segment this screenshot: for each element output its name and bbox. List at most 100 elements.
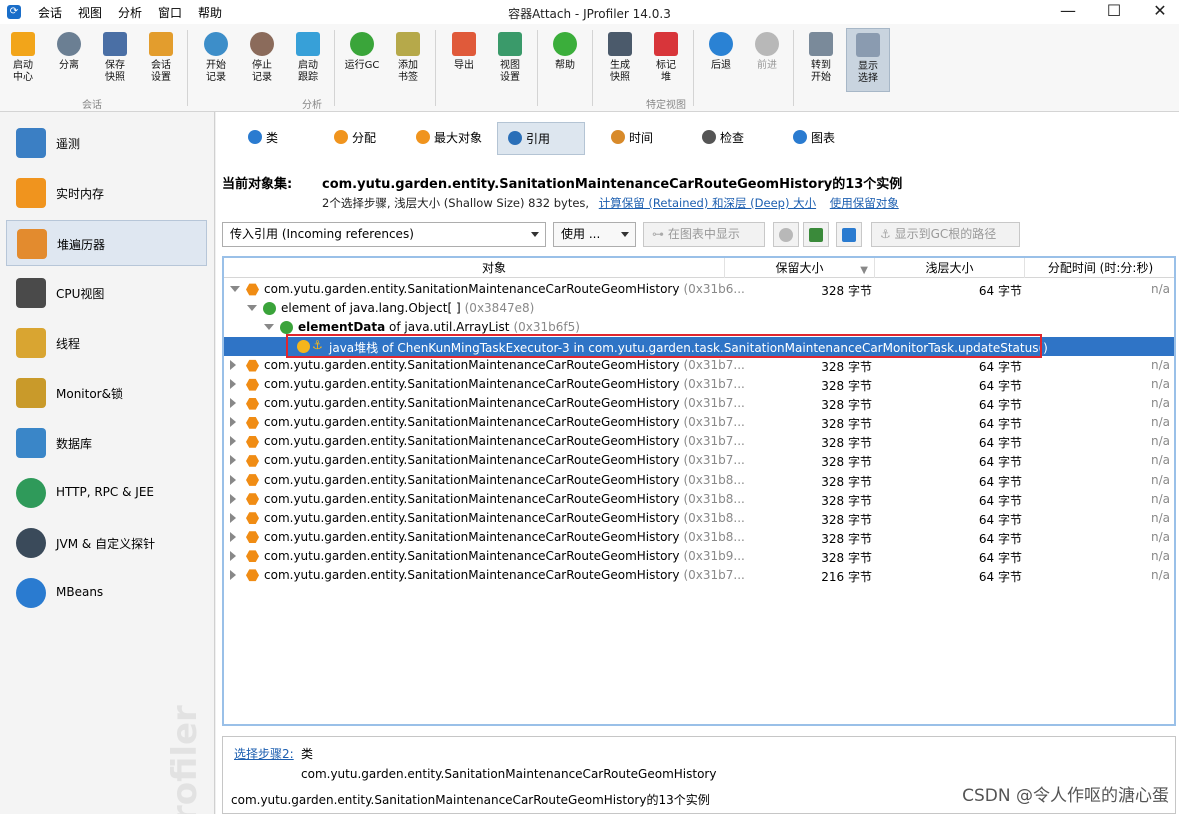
show-in-graph-button[interactable]: ⊶ 在图表中显示 — [643, 222, 765, 247]
sidebar-item-jvm-probes[interactable]: JVM & 自定义探针 — [6, 520, 207, 566]
table-row[interactable]: element of java.lang.Object[ ] (0x3847e8) — [224, 299, 1174, 318]
group-session-label: 会话 — [82, 100, 102, 111]
object-instance-icon — [246, 474, 259, 486]
collapse-tree-button[interactable] — [803, 222, 829, 247]
sidebar-item-mbeans[interactable]: MBeans — [6, 570, 207, 616]
sidebar-item-databases[interactable]: 数据库 — [6, 420, 207, 466]
expand-closed-icon[interactable] — [230, 417, 236, 428]
use-dropdown-button[interactable]: 使用 ... — [553, 222, 636, 247]
table-row[interactable]: com.yutu.garden.entity.SanitationMainten… — [224, 451, 1174, 470]
column-shallow-size[interactable]: 浅层大小 — [874, 258, 1024, 278]
row-object-label: element of java.lang.Object[ ] (0x3847e8) — [281, 301, 534, 315]
tab-inspections[interactable]: 检查 — [692, 122, 754, 155]
close-button[interactable]: ✕ — [1137, 0, 1179, 24]
help-button[interactable]: 帮助 — [543, 28, 587, 92]
table-row[interactable]: com.yutu.garden.entity.SanitationMainten… — [224, 356, 1174, 375]
expand-closed-icon[interactable] — [230, 436, 236, 447]
row-object-label: com.yutu.garden.entity.SanitationMainten… — [264, 434, 745, 448]
start-tracking-button[interactable]: 启动 跟踪 — [286, 28, 330, 92]
table-row[interactable]: elementData of java.util.ArrayList (0x31b… — [224, 318, 1174, 337]
use-retained-objects-link[interactable]: 使用保留对象 — [830, 196, 899, 210]
table-row[interactable]: com.yutu.garden.entity.SanitationMainten… — [224, 413, 1174, 432]
allocation-time-cell: n/a — [1150, 358, 1170, 373]
view-settings-button[interactable]: 视图 设置 — [488, 28, 532, 92]
tab-classes[interactable]: 类 — [238, 122, 288, 155]
table-row[interactable]: com.yutu.garden.entity.SanitationMainten… — [224, 471, 1174, 490]
tab-references[interactable]: 引用 — [497, 122, 585, 155]
sidebar-item-live-memory[interactable]: 实时内存 — [6, 170, 207, 216]
expand-closed-icon[interactable] — [230, 360, 236, 371]
sidebar-item-telemetry[interactable]: 遥测 — [6, 120, 207, 166]
add-bookmark-button[interactable]: 添加 书签 — [386, 28, 430, 92]
expand-open-icon[interactable] — [230, 286, 240, 292]
expand-open-icon[interactable] — [264, 324, 274, 331]
session-settings-button[interactable]: 会话 设置 — [139, 28, 183, 92]
tab-biggest-objects[interactable]: 最大对象 — [406, 122, 492, 155]
sidebar-item-http-rpc-jee[interactable]: HTTP, RPC & JEE — [6, 470, 207, 516]
take-snapshot-button[interactable]: 生成 快照 — [598, 28, 642, 92]
start-center-button[interactable]: 启动 中心 — [1, 28, 45, 92]
save-snapshot-button[interactable]: 保存 快照 — [93, 28, 137, 92]
column-allocation-time[interactable]: 分配时间 (时:分:秒) — [1024, 258, 1174, 278]
expand-closed-icon[interactable] — [230, 398, 236, 409]
expand-closed-icon[interactable] — [230, 379, 236, 390]
start-recording-button[interactable]: 开始 记录 — [194, 28, 238, 92]
minimize-button[interactable]: — — [1045, 0, 1091, 24]
back-button[interactable]: 后退 — [699, 28, 743, 92]
object-name: com.yutu.garden.entity.SanitationMainten… — [264, 396, 680, 411]
tab-allocations[interactable]: 分配 — [324, 122, 386, 155]
forward-button[interactable]: 前进 — [745, 28, 789, 92]
expand-closed-icon[interactable] — [230, 569, 236, 580]
heap-walker-icon — [17, 229, 47, 259]
expand-closed-icon[interactable] — [230, 550, 236, 561]
table-row[interactable]: com.yutu.garden.entity.SanitationMainten… — [224, 528, 1174, 547]
sidebar-item-monitors-locks[interactable]: Monitor&锁 — [6, 370, 207, 416]
mark-heap-button[interactable]: 标记堆 — [644, 28, 688, 92]
detach-button[interactable]: 分离 — [47, 28, 91, 92]
tab-graph[interactable]: 图表 — [783, 122, 845, 155]
run-gc-button[interactable]: 运行GC — [340, 28, 384, 92]
reference-type-combo[interactable]: 传入引用 (Incoming references) — [222, 222, 546, 247]
show-path-to-gc-root-button[interactable]: ⚓ 显示到GC根的路径 — [871, 222, 1020, 247]
table-row[interactable]: com.yutu.garden.entity.SanitationMainten… — [224, 280, 1174, 299]
table-row[interactable]: ⚓ java堆栈 of ChenKunMingTaskExecutor-3 in … — [224, 337, 1174, 357]
table-row[interactable]: com.yutu.garden.entity.SanitationMainten… — [224, 566, 1174, 585]
gear-settings-button[interactable] — [773, 222, 799, 247]
selection-step-link[interactable]: 选择步骤2: — [234, 745, 294, 762]
tab-time[interactable]: 时间 — [601, 122, 663, 155]
calculate-retained-deep-link[interactable]: 计算保留 (Retained) 和深层 (Deep) 大小 — [599, 196, 816, 210]
expand-open-icon[interactable] — [247, 305, 257, 312]
column-object[interactable]: 对象 — [264, 258, 724, 278]
go-to-start-button[interactable]: 转到 开始 — [799, 28, 843, 92]
expand-closed-icon[interactable] — [230, 474, 236, 485]
table-row[interactable]: com.yutu.garden.entity.SanitationMainten… — [224, 547, 1174, 566]
sidebar-item-cpu-views[interactable]: CPU视图 — [6, 270, 207, 316]
retained-size-cell: 328 字节 — [821, 379, 872, 394]
lock-icon — [16, 378, 46, 408]
sidebar-item-heap-walker[interactable]: 堆遍历器 — [6, 220, 207, 266]
expand-closed-icon[interactable] — [230, 455, 236, 466]
maximize-button[interactable]: ☐ — [1091, 0, 1137, 24]
table-row[interactable]: com.yutu.garden.entity.SanitationMainten… — [224, 394, 1174, 413]
column-retained-size[interactable]: 保留大小 ▼ — [724, 258, 874, 278]
table-row[interactable]: com.yutu.garden.entity.SanitationMainten… — [224, 490, 1174, 509]
expand-closed-icon[interactable] — [230, 531, 236, 542]
sidebar-item-threads[interactable]: 线程 — [6, 320, 207, 366]
stop-recording-button[interactable]: 停止 记录 — [240, 28, 284, 92]
expand-closed-icon[interactable] — [230, 493, 236, 504]
allocation-time-cell: n/a — [1150, 529, 1170, 544]
expand-closed-icon[interactable] — [230, 512, 236, 523]
row-object-label: com.yutu.garden.entity.SanitationMainten… — [264, 377, 745, 391]
object-instance-icon — [246, 550, 259, 563]
table-row[interactable]: com.yutu.garden.entity.SanitationMainten… — [224, 432, 1174, 451]
retained-size-cell: 328 字节 — [821, 512, 872, 527]
info-button[interactable] — [836, 222, 862, 247]
show-selection-button[interactable]: 显示 选择 — [846, 28, 890, 92]
export-button[interactable]: 导出 — [442, 28, 486, 92]
group-specific-view-label: 特定视图 — [646, 100, 686, 111]
start-tracking-icon — [296, 32, 320, 56]
object-name: of java.util.ArrayList — [385, 320, 510, 335]
table-row[interactable]: com.yutu.garden.entity.SanitationMainten… — [224, 509, 1174, 528]
row-object-label: com.yutu.garden.entity.SanitationMainten… — [264, 473, 745, 487]
table-row[interactable]: com.yutu.garden.entity.SanitationMainten… — [224, 375, 1174, 394]
